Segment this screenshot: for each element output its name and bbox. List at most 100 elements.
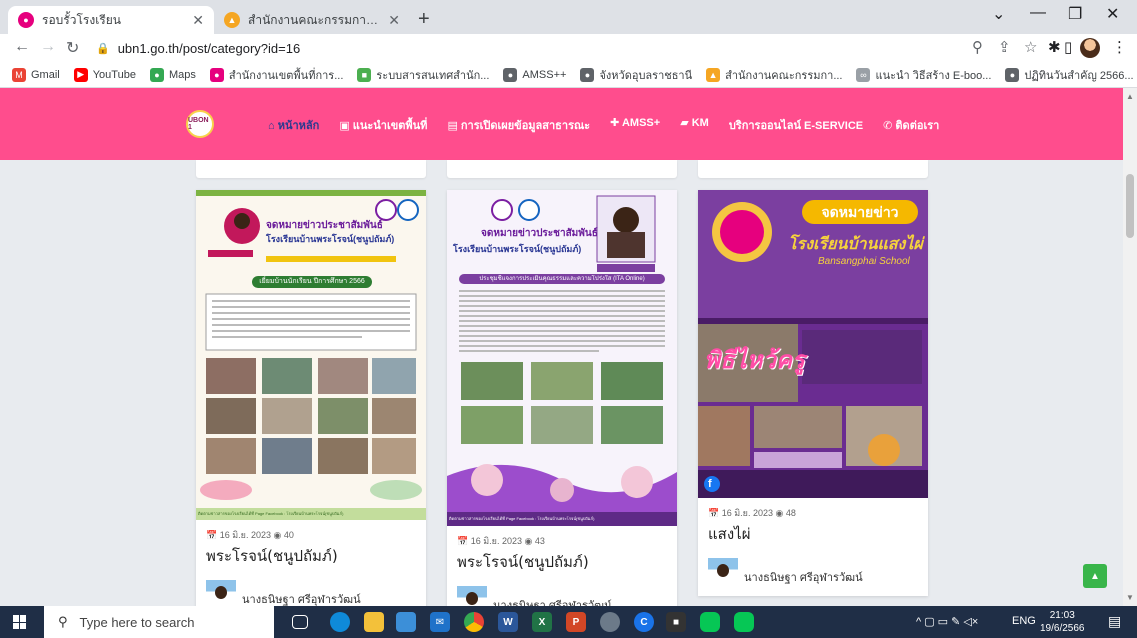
reload-button[interactable]: ↻ (66, 38, 79, 58)
post-author: นางธนิษฐา ศรีอุฬารวัฒน์ (447, 574, 677, 606)
sidepanel-icon[interactable]: ▯ (1064, 38, 1072, 56)
tab-strip: ● รอบรั้วโรงเรียน ✕ ▲ สำนักงานคณะกรรมการ… (0, 0, 1137, 34)
tab-inactive[interactable]: ▲ สำนักงานคณะกรรมการการศึกษาขั้นพื้ ✕ (214, 6, 410, 34)
phone-icon: ✆ (883, 120, 896, 132)
bookmark-item[interactable]: ● AMSS++ (503, 67, 566, 82)
post-title[interactable]: พระโรจน์(ชนูปถัมภ์) (447, 548, 677, 574)
page-scrollbar[interactable]: ▲ ▼ (1123, 88, 1137, 606)
post-poster-image[interactable]: จดหมายข่าวประชาสัมพันธ์ โรงเรียนบ้านพระโ… (196, 190, 426, 520)
taskbar-clock[interactable]: 21:03 19/6/2566 (1040, 609, 1085, 635)
post-views: 48 (785, 508, 796, 518)
lock-icon[interactable]: 🔒 (96, 42, 110, 55)
restore-button[interactable]: ❐ (1068, 4, 1082, 24)
new-tab-button[interactable]: + (418, 8, 430, 31)
back-button[interactable]: ← (14, 38, 30, 56)
tab-active[interactable]: ● รอบรั้วโรงเรียน ✕ (8, 6, 214, 34)
bookmark-item[interactable]: ▶ YouTube (73, 67, 136, 82)
notification-icon[interactable]: ▤ (1108, 613, 1121, 630)
line-icon[interactable] (734, 612, 754, 632)
link-icon: ∞ (856, 67, 871, 82)
word-icon[interactable]: W (498, 612, 518, 632)
bookmark-item[interactable]: ● จังหวัดอุบลราชธานี (580, 66, 692, 84)
nav-menu-item[interactable]: ⌂ หน้าหลัก (268, 116, 319, 134)
post-views: 40 (283, 530, 294, 540)
author-avatar (206, 580, 236, 606)
store-icon[interactable] (396, 612, 416, 632)
post-card[interactable]: จดหมายข่าว โรงเรียนบ้านแสงไผ่ Bansangpha… (698, 190, 928, 596)
nav-menu-item[interactable]: ✚ AMSS+ (610, 116, 660, 134)
post-date: 16 มิ.ย. 2023 (721, 508, 773, 518)
post-card[interactable]: จดหมายข่าวประชาสัมพันธ์ โรงเรียนบ้านพระโ… (196, 190, 426, 606)
globe-icon: ● (580, 67, 595, 82)
task-view-icon[interactable] (292, 615, 308, 629)
close-window-button[interactable]: ✕ (1106, 4, 1119, 24)
author-name: นางธนิษฐา ศรีอุฬารวัฒน์ (493, 600, 612, 606)
post-author: นางธนิษฐา ศรีอุฬารวัฒน์ (698, 546, 928, 596)
card-stub (698, 160, 928, 178)
post-poster-image[interactable]: จดหมายข่าวประชาสัมพันธ์ โรงเรียนบ้านพระโ… (447, 190, 677, 526)
taskbar-search[interactable]: ⚲ Type here to search (44, 606, 274, 638)
bookmark-label: YouTube (92, 68, 136, 81)
post-title[interactable]: พระโรจน์(ชนูปถัมภ์) (196, 542, 426, 568)
chrome-icon[interactable] (464, 612, 484, 632)
nav-menu-item[interactable]: ▤ การเปิดเผยข้อมูลสาธารณะ (447, 116, 590, 134)
zoom-icon[interactable]: ⚲ (972, 38, 983, 56)
excel-icon[interactable]: X (532, 612, 552, 632)
powerpoint-icon[interactable]: P (566, 612, 586, 632)
obec-icon: ▲ (224, 12, 240, 28)
post-card[interactable]: จดหมายข่าวประชาสัมพันธ์ โรงเรียนบ้านพระโ… (447, 190, 677, 606)
bookmark-item[interactable]: ● สำนักงานเขตพื้นที่การ... (209, 66, 343, 84)
nav-menu-item[interactable]: ▰ KM (680, 116, 709, 134)
app-icon[interactable]: ■ (666, 612, 686, 632)
cortana-icon[interactable]: C (634, 612, 654, 632)
scroll-down-icon[interactable]: ▼ (1126, 593, 1134, 602)
grid-icon: ■ (357, 67, 372, 82)
url-text: ubn1.go.th/post/category?id=16 (117, 40, 301, 56)
nav-menu-item[interactable]: ▣ แนะนำเขตพื้นที่ (339, 116, 427, 134)
edge-icon[interactable] (330, 612, 350, 632)
nav-menu-item[interactable]: ✆ ติดต่อเรา (883, 116, 939, 134)
mail-icon[interactable]: ✉ (430, 612, 450, 632)
site-logo[interactable]: UBON 1 (186, 110, 214, 138)
language-indicator[interactable]: ENG (1012, 615, 1036, 627)
card-stub (196, 160, 426, 178)
file-explorer-icon[interactable] (364, 612, 384, 632)
poster-school: โรงเรียนบ้านแสงไผ่ (788, 236, 923, 253)
address-bar[interactable]: 🔒 ubn1.go.th/post/category?id=16 (88, 35, 1023, 61)
line-icon[interactable] (700, 612, 720, 632)
nav-menu-item[interactable]: บริการออนไลน์ E-SERVICE (729, 116, 863, 134)
forward-button[interactable]: → (40, 38, 56, 56)
profile-avatar[interactable] (1080, 38, 1100, 58)
scroll-up-icon[interactable]: ▲ (1126, 92, 1134, 101)
clock-time: 21:03 (1049, 610, 1075, 621)
post-poster-image[interactable]: จดหมายข่าว โรงเรียนบ้านแสงไผ่ Bansangpha… (698, 190, 928, 498)
post-meta: 📅 16 มิ.ย. 2023 ◉ 40 (196, 520, 426, 542)
bookmark-item[interactable]: ∞ แนะนำ วิธีสร้าง E-boo... (856, 66, 991, 84)
scrollbar-thumb[interactable] (1126, 174, 1134, 238)
windows-start-button[interactable] (13, 615, 27, 629)
close-icon[interactable]: ✕ (192, 12, 204, 29)
share-icon[interactable]: ⇪ (998, 38, 1011, 56)
nav-menu-label: การเปิดเผยข้อมูลสาธารณะ (460, 120, 591, 132)
scroll-to-top-button[interactable]: ▲ (1083, 564, 1107, 588)
bookmark-item[interactable]: ■ ระบบสารสนเทศสำนัก... (357, 66, 489, 84)
author-name: นางธนิษฐา ศรีอุฬารวัฒน์ (242, 594, 361, 606)
bookmark-item[interactable]: M Gmail (12, 67, 60, 82)
extensions-icon[interactable]: ✱ (1048, 38, 1061, 56)
bookmark-item[interactable]: ● ปฏิทินวันสำคัญ 2566... (1005, 66, 1134, 84)
minimize-button[interactable]: — (1030, 4, 1046, 22)
tab-title: สำนักงานคณะกรรมการการศึกษาขั้นพื้ (248, 12, 380, 27)
bookmark-item[interactable]: ▲ สำนักงานคณะกรรมกา... (706, 66, 842, 84)
tab-search-chevron-icon[interactable]: ⌄ (992, 4, 1005, 24)
post-title[interactable]: แสงไผ่ (698, 520, 928, 546)
system-tray[interactable]: ^ ▢ ▭ ✎ ◁× (916, 615, 978, 628)
photos-icon[interactable] (600, 612, 620, 632)
home-icon: ⌂ (268, 120, 278, 132)
star-icon[interactable]: ☆ (1024, 38, 1037, 56)
post-views: 43 (534, 536, 545, 546)
bookmark-icon: ▰ (680, 117, 692, 129)
bookmark-item[interactable]: ● Maps (149, 67, 196, 82)
close-icon[interactable]: ✕ (388, 12, 400, 29)
poster-header: จดหมายข่าวประชาสัมพันธ์ (266, 220, 383, 231)
menu-kebab-icon[interactable]: ⋮ (1112, 38, 1127, 56)
